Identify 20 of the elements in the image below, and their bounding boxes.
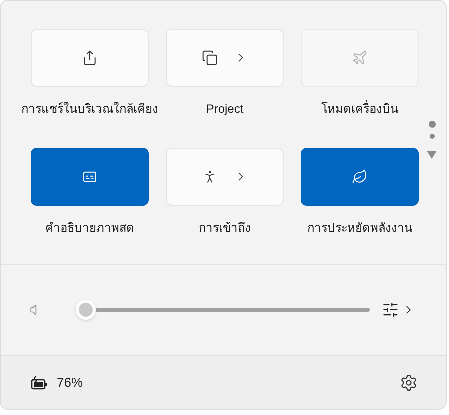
quick-setting-tile[interactable]: [301, 148, 419, 206]
tile-label: คำอธิบายภาพสด: [46, 220, 134, 236]
slider-thumb[interactable]: [76, 300, 96, 320]
tile-label: การแชร์ในบริเวณใกล้เคียง: [22, 101, 158, 117]
tile-label: การประหยัดพลังงาน: [308, 220, 412, 236]
tile-label: การเข้าถึง: [199, 220, 251, 236]
next-page-icon[interactable]: [427, 151, 437, 159]
tile-label: โหมดเครื่องบิน: [322, 101, 398, 117]
battery-icon: [31, 376, 49, 390]
tile-label: Project: [206, 101, 244, 117]
leaf-icon: [352, 169, 368, 185]
screens-icon: [202, 50, 218, 66]
volume-slider[interactable]: [76, 299, 370, 321]
audio-output-icon[interactable]: [382, 301, 400, 319]
quick-setting-tile[interactable]: [31, 148, 149, 206]
battery-percentage: 76%: [57, 374, 84, 392]
settings-icon[interactable]: [400, 374, 418, 392]
share-icon: [82, 50, 98, 66]
captions-icon: [82, 169, 98, 185]
airplane-icon: [352, 50, 368, 66]
